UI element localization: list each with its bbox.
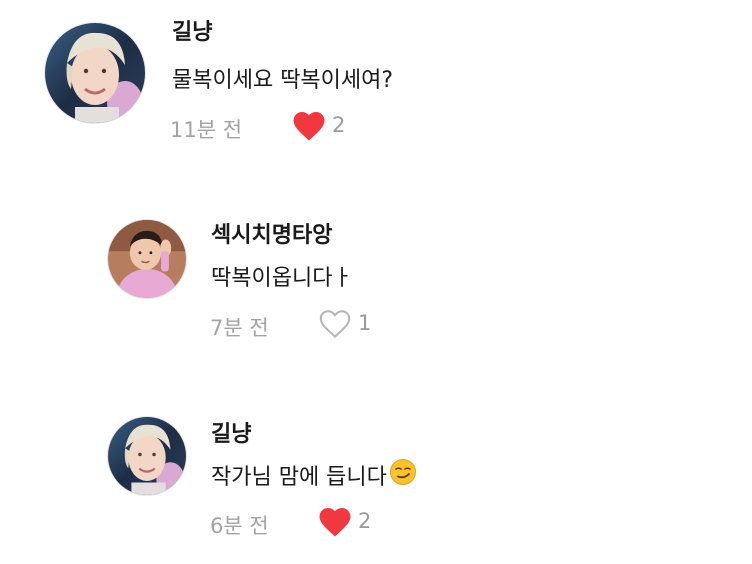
smirking-face-emoji-icon — [389, 458, 417, 492]
avatar[interactable] — [107, 416, 187, 496]
avatar[interactable] — [44, 22, 146, 124]
avatar[interactable] — [107, 219, 187, 299]
like-count: 2 — [358, 509, 372, 533]
like-button[interactable]: 1 — [316, 306, 371, 340]
heart-filled-icon — [319, 508, 351, 537]
comment-timestamp: 11분 전 — [170, 118, 243, 142]
comment-author[interactable]: 섹시치명타앙 — [211, 217, 332, 249]
like-button[interactable]: 2 — [290, 108, 345, 142]
comment-text: 딱복이옵니다ㅏ — [211, 260, 353, 292]
comment-text: 작가님 맘에 듭니다 — [211, 458, 417, 492]
comment-author[interactable]: 길냥 — [172, 14, 212, 46]
like-count: 1 — [358, 311, 372, 335]
heart-filled-icon — [293, 112, 325, 141]
heart-outline-icon — [319, 310, 351, 338]
comment-author[interactable]: 길냥 — [211, 416, 251, 448]
comment-text-content: 작가님 맘에 듭니다 — [211, 465, 387, 490]
comment-text-content: 딱복이옵니다ㅏ — [211, 266, 353, 291]
comment-timestamp: 6분 전 — [210, 514, 269, 538]
comment-text-content: 물복이세요 딱복이세여? — [172, 68, 394, 93]
like-count: 2 — [332, 113, 346, 137]
pink-shirt-person-avatar-image — [108, 220, 186, 298]
comment-text: 물복이세요 딱복이세여? — [172, 62, 393, 94]
blond-person-avatar-image — [45, 23, 145, 123]
like-button[interactable]: 2 — [316, 504, 371, 538]
comment-timestamp: 7분 전 — [210, 316, 269, 340]
blond-person-avatar-image — [108, 417, 186, 495]
